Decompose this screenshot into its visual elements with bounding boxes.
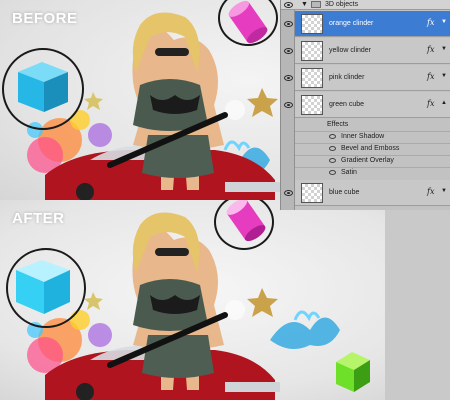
eye-icon[interactable]: [284, 2, 293, 8]
highlight-circle-cube-before: [2, 48, 84, 130]
folder-icon: [311, 1, 321, 8]
eye-icon[interactable]: [284, 75, 293, 81]
eye-icon[interactable]: [329, 170, 336, 175]
fx-icon[interactable]: fx: [427, 45, 434, 54]
highlight-circle-cube-after: [6, 248, 86, 328]
layer-thumbnail: [301, 14, 323, 34]
effect-name: Satin: [341, 169, 357, 176]
layer-name: green cube: [329, 101, 365, 108]
collapse-triangle-icon[interactable]: ▼: [301, 1, 308, 8]
layer-row[interactable]: yellow clinder fx ▼: [295, 38, 450, 64]
effects-label: Effects: [327, 121, 349, 128]
layer-thumbnail: [301, 41, 323, 61]
layer-row[interactable]: blue cube fx ▼: [295, 180, 450, 206]
before-caption: BEFORE: [12, 10, 78, 27]
layer-thumbnail: [301, 95, 323, 115]
fx-icon[interactable]: fx: [427, 187, 434, 196]
layer-name: orange clinder: [329, 20, 374, 27]
chevron-down-icon[interactable]: ▼: [441, 188, 447, 194]
group-name: 3D objects: [325, 1, 359, 8]
effect-item[interactable]: Inner Shadow: [295, 131, 450, 142]
chevron-down-icon[interactable]: ▼: [441, 19, 447, 25]
eye-icon[interactable]: [329, 146, 336, 151]
layer-name: pink clinder: [329, 74, 365, 81]
layer-row[interactable]: orange clinder fx ▼: [295, 11, 450, 37]
eye-icon[interactable]: [329, 158, 336, 163]
eye-icon[interactable]: [284, 48, 293, 54]
chevron-down-icon[interactable]: ▼: [441, 46, 447, 52]
chevron-down-icon[interactable]: ▼: [441, 73, 447, 79]
effect-item[interactable]: Gradient Overlay: [295, 155, 450, 166]
eye-icon[interactable]: [284, 21, 293, 27]
eye-icon[interactable]: [284, 102, 293, 108]
effect-item[interactable]: Bevel and Emboss: [295, 143, 450, 154]
effect-name: Gradient Overlay: [341, 157, 394, 164]
layer-thumbnail: [301, 68, 323, 88]
layers-panel: ▼ 3D objects orange clinder fx ▼ yellow …: [280, 0, 450, 210]
after-image: AFTER: [0, 200, 450, 400]
layer-row[interactable]: green cube fx ▲: [295, 92, 450, 118]
eye-icon[interactable]: [284, 190, 293, 196]
fx-icon[interactable]: fx: [427, 72, 434, 81]
layer-thumbnail: [301, 183, 323, 203]
after-caption: AFTER: [12, 210, 65, 227]
fx-icon[interactable]: fx: [427, 18, 434, 27]
layer-group-row[interactable]: ▼ 3D objects: [281, 0, 450, 10]
fx-icon[interactable]: fx: [427, 99, 434, 108]
chevron-up-icon[interactable]: ▲: [441, 100, 447, 106]
layer-name: blue cube: [329, 189, 360, 196]
layer-name: yellow clinder: [329, 47, 372, 54]
eye-icon[interactable]: [329, 134, 336, 139]
effect-name: Bevel and Emboss: [341, 145, 400, 152]
effect-name: Inner Shadow: [341, 133, 385, 140]
layer-row[interactable]: pink clinder fx ▼: [295, 65, 450, 91]
effect-item[interactable]: Satin: [295, 167, 450, 178]
